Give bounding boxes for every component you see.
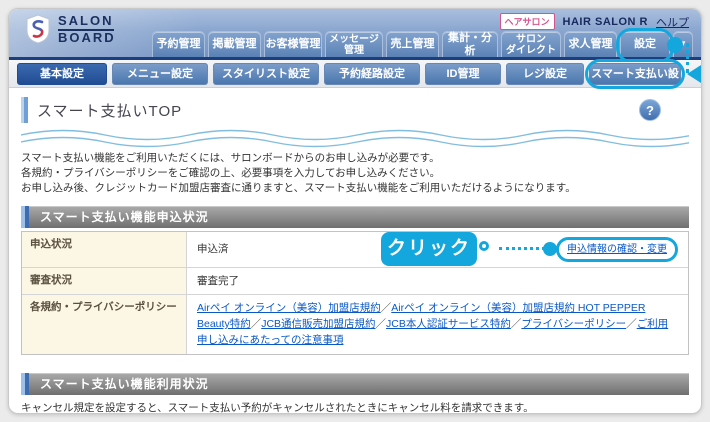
terms-link-privacy-policy[interactable]: プライバシーポリシー	[521, 318, 626, 330]
subnav-id-management[interactable]: ID管理	[425, 63, 501, 85]
terms-link-jcb-mail-order[interactable]: JCB通信販売加盟店規約	[261, 318, 375, 330]
salon-board-window: SALON BOARD ヘアサロン HAIR SALON R ヘルプ 予約管理 …	[8, 8, 702, 414]
salon-board-logo[interactable]: SALON BOARD	[25, 14, 116, 44]
tab-settings[interactable]: 設定	[620, 31, 670, 57]
link-separator: ／	[511, 318, 522, 330]
row-value: 審査完了	[197, 273, 239, 289]
subnav-booking-route-settings[interactable]: 予約経路設定	[324, 63, 420, 85]
link-separator: ／	[251, 318, 262, 330]
main-nav: 予約管理 掲載管理 お客様管理 メッセージ 管理 売上管理 集計・分析 サロン …	[152, 31, 693, 57]
more-tabs-dropdown[interactable]: ▼	[673, 31, 693, 57]
section-title-application-status: スマート支払い機能申込状況	[21, 206, 689, 228]
tab-sales[interactable]: 売上管理	[386, 31, 439, 57]
click-annotation-badge: クリック	[381, 232, 477, 266]
link-separator: ／	[376, 318, 387, 330]
application-status-table: 申込状況 申込済 クリック 申込情報の確認・変更 審査状況 審査完了	[21, 231, 689, 355]
annotation-ring-apply-info: クリック 申込情報の確認・変更	[556, 237, 678, 262]
title-accent-bar	[21, 97, 28, 123]
table-row-apply-status: 申込状況 申込済 クリック 申込情報の確認・変更	[22, 232, 688, 267]
cancel-policy-note: キャンセル規定を設定すると、スマート支払い予約がキャンセルされたときにキャンセル…	[21, 401, 689, 414]
tab-customers[interactable]: お客様管理	[264, 31, 322, 57]
link-separator: ／	[626, 318, 637, 330]
salon-type-badge: ヘアサロン	[500, 13, 555, 30]
intro-text: スマート支払い機能をご利用いただくには、サロンボードからのお申し込みが必要です。…	[21, 151, 689, 196]
terms-link-airpay[interactable]: Airペイ オンライン（美容）加盟店規約	[197, 302, 381, 314]
shield-logo-icon	[25, 14, 51, 44]
subnav-basic-settings[interactable]: 基本設定	[17, 63, 107, 85]
tab-recruiting[interactable]: 求人管理	[564, 31, 617, 57]
section-title-usage-status: スマート支払い機能利用状況	[21, 373, 689, 395]
page-help-icon[interactable]: ?	[639, 99, 661, 121]
subnav-menu-settings[interactable]: メニュー設定	[112, 63, 208, 85]
settings-subnav: 基本設定 メニュー設定 スタイリスト設定 予約経路設定 ID管理 レジ設定 スマ…	[9, 60, 701, 88]
subnav-register-settings[interactable]: レジ設定	[506, 63, 584, 85]
row-label: 申込状況	[22, 232, 187, 267]
page-content: スマート支払いTOP ? スマート支払い機能をご利用いただくには、サロンボードか…	[9, 88, 701, 414]
tab-salon-direct[interactable]: サロン ダイレクト	[501, 31, 561, 57]
table-row-review-status: 審査状況 審査完了	[22, 267, 688, 294]
annotation-dotted-connector	[686, 43, 689, 73]
subnav-stylist-settings[interactable]: スタイリスト設定	[213, 63, 319, 85]
tab-listing[interactable]: 掲載管理	[208, 31, 261, 57]
wave-divider	[21, 125, 689, 149]
table-row-terms: 各規約・プライバシーポリシー Airペイ オンライン（美容）加盟店規約／Airペ…	[22, 294, 688, 354]
tab-messages[interactable]: メッセージ 管理	[325, 31, 383, 57]
annotation-dotted-line	[499, 247, 545, 250]
top-header: SALON BOARD ヘアサロン HAIR SALON R ヘルプ 予約管理 …	[9, 9, 701, 57]
row-label: 審査状況	[22, 268, 187, 294]
subnav-smart-payment-settings[interactable]: スマート支払い設定	[589, 63, 681, 85]
apply-info-confirm-change-link[interactable]: 申込情報の確認・変更	[567, 244, 667, 255]
help-link[interactable]: ヘルプ	[656, 14, 689, 30]
tab-analytics[interactable]: 集計・分析	[442, 31, 498, 57]
account-info: ヘアサロン HAIR SALON R ヘルプ	[500, 13, 689, 30]
tab-reservation[interactable]: 予約管理	[152, 31, 205, 57]
annotation-open-dot	[479, 241, 489, 251]
page-title: スマート支払いTOP	[37, 100, 182, 121]
terms-link-jcb-auth[interactable]: JCB本人認証サービス特約	[386, 318, 511, 330]
link-separator: ／	[381, 302, 392, 314]
annotation-filled-dot	[543, 242, 557, 256]
salon-name: HAIR SALON R	[563, 16, 648, 28]
row-label: 各規約・プライバシーポリシー	[22, 295, 187, 354]
row-value: 申込済	[197, 241, 229, 257]
logo-text: SALON BOARD	[58, 14, 116, 44]
